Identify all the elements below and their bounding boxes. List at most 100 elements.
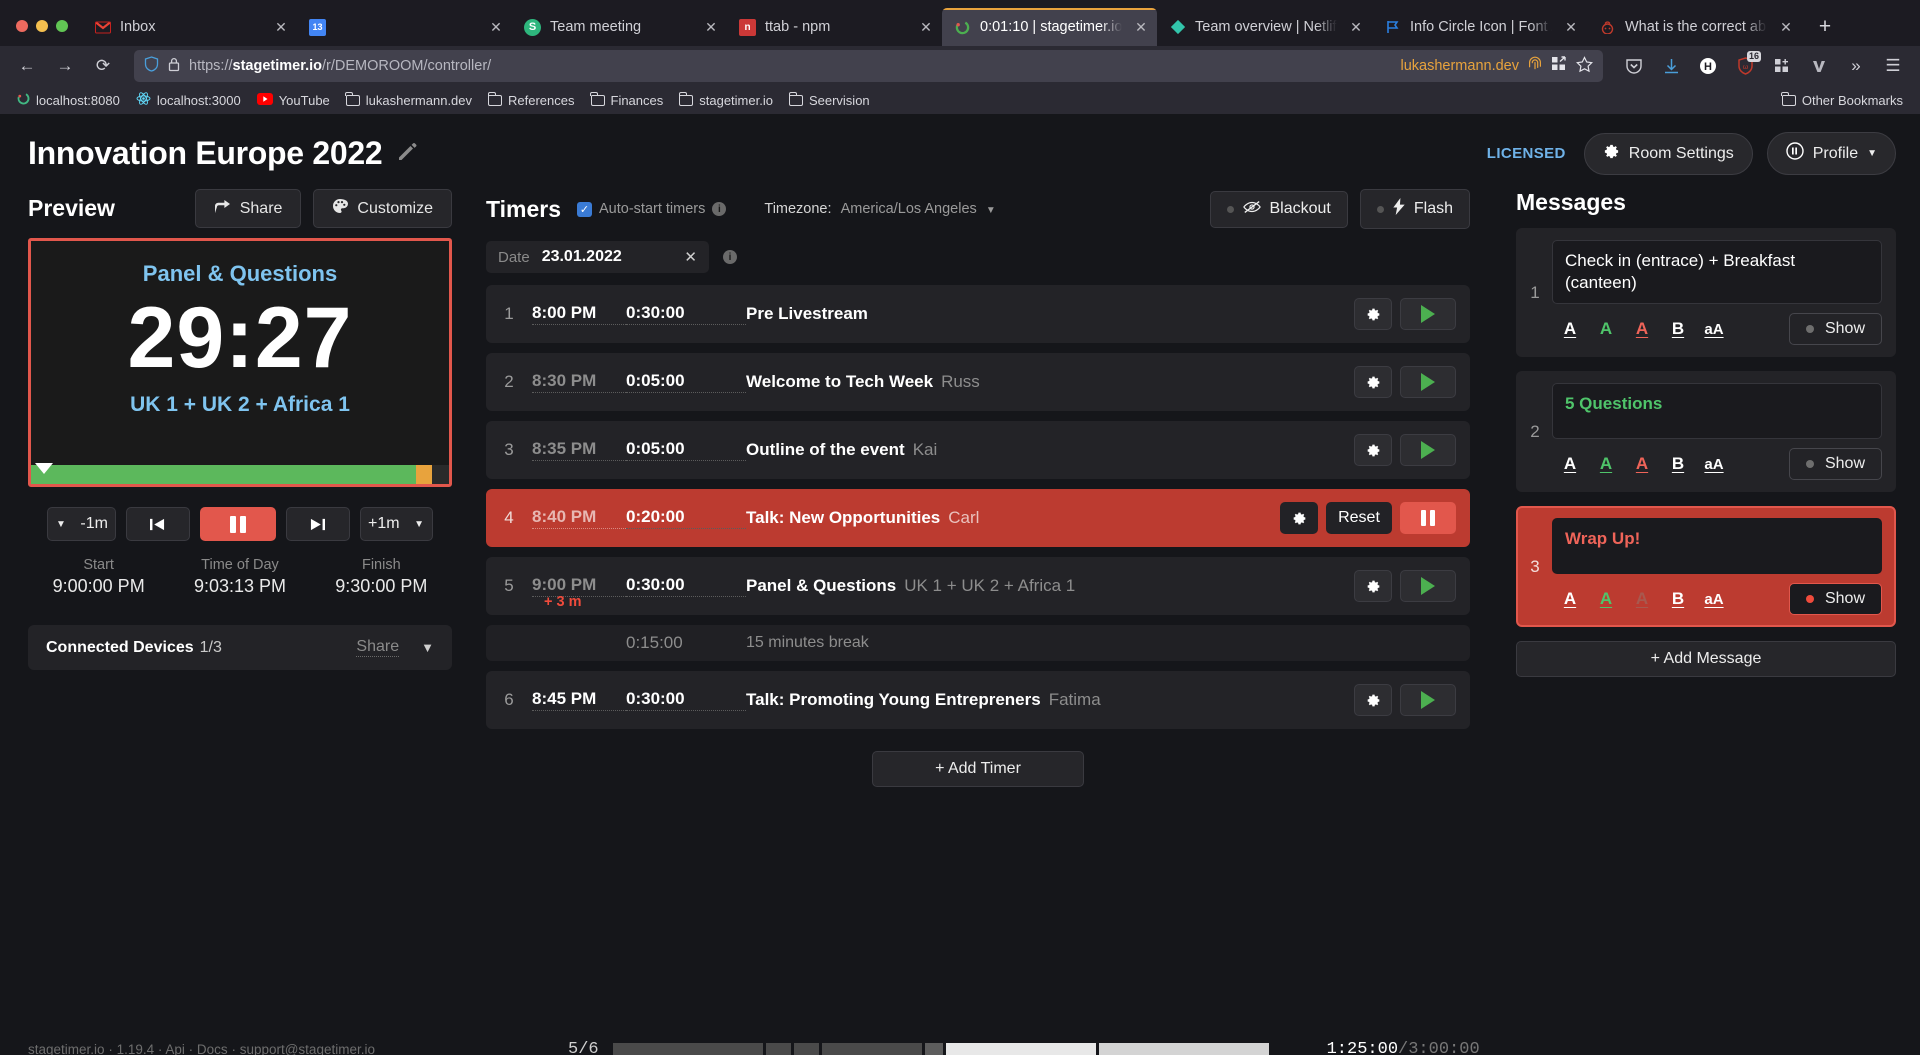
new-tab-button[interactable]: + [1808,10,1842,44]
customize-button[interactable]: Customize [313,189,452,228]
reload-button[interactable]: ⟳ [86,50,120,82]
edit-title-icon[interactable] [396,140,418,168]
date-field[interactable]: Date 23.01.2022 ✕ [486,241,709,273]
timer-settings-button[interactable] [1280,502,1318,534]
start-timer-button[interactable] [1400,434,1456,466]
browser-tab-stagetimer[interactable]: 0:01:10 | stagetimer.io ✕ [942,8,1157,46]
timer-preview-screen[interactable]: Panel & Questions 29:27 UK 1 + UK 2 + Af… [28,238,452,487]
subtract-minute-button[interactable]: -1m [73,507,116,541]
browser-tab-netlify[interactable]: Team overview | Netlify ✕ [1157,8,1372,46]
blackout-button[interactable]: Blackout [1210,191,1348,228]
message-text-input[interactable]: 5 Questions [1552,383,1882,439]
subtract-time-group[interactable]: ▼ -1m [47,507,116,541]
add-time-group[interactable]: +1m ▼ [360,507,433,541]
timer-start[interactable]: 8:30 PM [532,371,626,393]
format-bold-button[interactable]: B [1660,586,1696,612]
maximize-window-button[interactable] [56,20,68,32]
format-red-button[interactable]: A [1624,586,1660,612]
close-tab-button[interactable]: ✕ [1346,17,1366,37]
timer-duration[interactable]: 0:30:00 [626,689,746,711]
close-tab-button[interactable]: ✕ [1131,17,1151,37]
clear-date-icon[interactable]: ✕ [684,248,697,266]
account-label[interactable]: lukashermann.dev [1401,58,1520,74]
timer-settings-button[interactable] [1354,298,1392,330]
bookmark-folder-lukashermann[interactable]: lukashermann.dev [339,90,479,111]
table-row[interactable]: 2 8:30 PM 0:05:00 Welcome to Tech WeekRu… [486,353,1470,411]
chevron-down-icon[interactable]: ▼ [421,640,434,655]
add-timer-button[interactable]: + Add Timer [872,751,1084,787]
devices-share-link[interactable]: Share [356,638,399,657]
message-text-input[interactable]: Check in (entrace) + Breakfast (canteen) [1552,240,1882,304]
table-row[interactable]: 6 8:45 PM 0:30:00 Talk: Promoting Young … [486,671,1470,729]
format-green-button[interactable]: A [1588,586,1624,612]
browser-tab-reddit[interactable]: What is the correct abbreviation ✕ [1587,8,1802,46]
close-window-button[interactable] [16,20,28,32]
browser-tab-fontawesome[interactable]: Info Circle Icon | Font Awesome ✕ [1372,8,1587,46]
format-white-button[interactable]: A [1552,316,1588,342]
table-row-active[interactable]: 4 8:40 PM 0:20:00 Talk: New Opportunitie… [486,489,1470,547]
previous-timer-button[interactable] [126,507,190,541]
add-extension-icon[interactable] [1765,50,1799,82]
show-message-button[interactable]: Show [1789,313,1882,345]
table-row[interactable]: 1 8:00 PM 0:30:00 Pre Livestream [486,285,1470,343]
timer-start[interactable]: 9:00 PM + 3 m [532,575,626,597]
add-dropdown-button[interactable]: ▼ [407,507,433,541]
close-tab-button[interactable]: ✕ [1561,17,1581,37]
bookmark-folder-stagetimer[interactable]: stagetimer.io [672,90,780,111]
timer-settings-button[interactable] [1354,570,1392,602]
format-green-button[interactable]: A [1588,316,1624,342]
close-tab-button[interactable]: ✕ [271,17,291,37]
ublock-icon[interactable]: ω 16 [1728,50,1762,82]
format-red-button[interactable]: A [1624,451,1660,477]
forward-button[interactable]: → [48,50,82,82]
browser-tab-inbox[interactable]: Inbox ✕ [82,8,297,46]
shield-icon[interactable] [144,56,159,76]
close-tab-button[interactable]: ✕ [916,17,936,37]
list-item[interactable]: 2 5 Questions A A A B aA Show [1516,371,1896,492]
table-row[interactable]: 3 8:35 PM 0:05:00 Outline of the eventKa… [486,421,1470,479]
timer-duration[interactable]: 0:20:00 [626,507,746,529]
share-button[interactable]: Share [195,189,302,228]
bookmark-item-youtube[interactable]: YouTube [250,90,337,111]
format-bold-button[interactable]: B [1660,451,1696,477]
bookmark-folder-finances[interactable]: Finances [584,90,671,111]
bookmark-folder-seervision[interactable]: Seervision [782,90,877,111]
timer-duration[interactable]: 0:30:00 [626,303,746,325]
add-minute-button[interactable]: +1m [360,507,407,541]
autostart-checkbox[interactable]: ✓ [577,202,592,217]
reset-timer-button[interactable]: Reset [1326,502,1392,534]
timer-duration[interactable]: 0:30:00 [626,575,746,597]
address-bar[interactable]: https://stagetimer.io/r/DEMOROOM/control… [134,50,1603,82]
timer-duration[interactable]: 0:05:00 [626,439,746,461]
footer-api-link[interactable]: Api [165,1042,185,1055]
pause-timer-button[interactable] [1400,502,1456,534]
back-button[interactable]: ← [10,50,44,82]
timer-settings-button[interactable] [1354,684,1392,716]
close-tab-button[interactable]: ✕ [486,17,506,37]
start-timer-button[interactable] [1400,366,1456,398]
connected-devices-panel[interactable]: Connected Devices 1/3 Share ▼ [28,625,452,670]
bookmark-star-icon[interactable] [1576,56,1593,77]
format-white-button[interactable]: A [1552,586,1588,612]
fingerprint-icon[interactable] [1528,56,1542,76]
pause-button[interactable] [200,507,276,541]
format-bold-button[interactable]: B [1660,316,1696,342]
flash-button[interactable]: Flash [1360,189,1470,229]
format-red-button[interactable]: A [1624,316,1660,342]
room-settings-button[interactable]: Room Settings [1584,133,1753,175]
table-row[interactable]: 5 9:00 PM + 3 m 0:30:00 Panel & Question… [486,557,1470,615]
bookmark-item-localhost-8080[interactable]: localhost:8080 [10,89,127,111]
footer-support-link[interactable]: support@stagetimer.io [240,1042,375,1055]
window-traffic-lights[interactable] [8,20,82,46]
format-uppercase-button[interactable]: aA [1696,451,1732,477]
start-timer-button[interactable] [1400,684,1456,716]
pocket-icon[interactable] [1617,50,1651,82]
start-timer-button[interactable] [1400,298,1456,330]
browser-tab-team-meeting[interactable]: S Team meeting ✕ [512,8,727,46]
timer-duration[interactable]: 0:05:00 [626,371,746,393]
add-message-button[interactable]: + Add Message [1516,641,1896,677]
show-message-button[interactable]: Show [1789,583,1882,615]
break-row[interactable]: 0:15:00 15 minutes break [486,625,1470,661]
app-menu-icon[interactable]: ☰ [1876,50,1910,82]
date-info-circle-icon[interactable]: i [723,250,737,264]
